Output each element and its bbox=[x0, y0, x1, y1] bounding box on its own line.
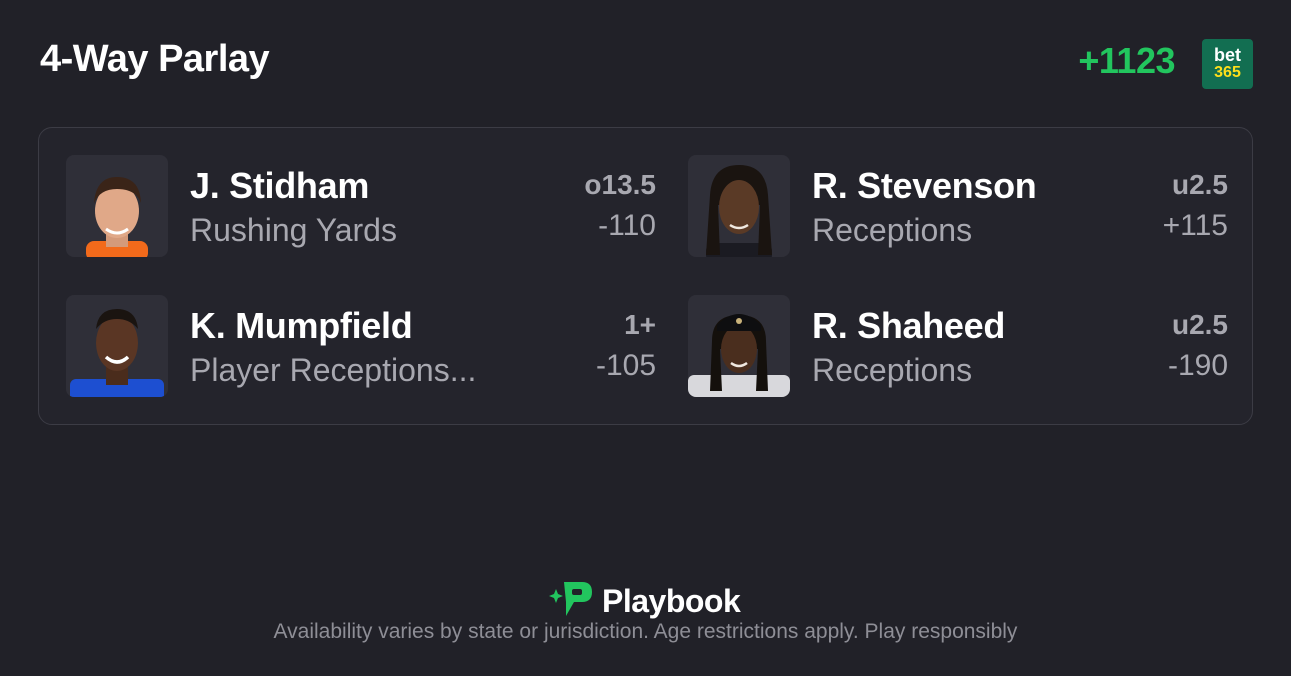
sportsbook-logo[interactable]: bet 365 bbox=[1202, 39, 1253, 89]
bet-line: 1+ bbox=[624, 309, 656, 340]
parlay-card-page: 4-Way Parlay +1123 bet 365 J. Stidham Ru… bbox=[0, 0, 1291, 676]
parlay-leg[interactable]: R. Stevenson Receptions u2.5 +115 bbox=[688, 155, 1228, 257]
parlay-leg[interactable]: K. Mumpfield Player Receptions... 1+ -10… bbox=[66, 295, 656, 397]
sportsbook-logo-line1: bet bbox=[1214, 44, 1241, 65]
player-name: J. Stidham bbox=[190, 165, 370, 206]
player-name: R. Shaheed bbox=[812, 305, 1006, 346]
bet-line: u2.5 bbox=[1171, 309, 1228, 340]
player-headshot bbox=[66, 155, 168, 257]
bet-line: o13.5 bbox=[584, 169, 656, 200]
market-label: Receptions bbox=[812, 352, 973, 388]
player-name: K. Mumpfield bbox=[190, 305, 413, 346]
player-headshot bbox=[688, 155, 790, 257]
player-headshot bbox=[66, 295, 168, 397]
leg-odds: -110 bbox=[598, 209, 656, 242]
parlay-legs-card: J. Stidham Rushing Yards o13.5 -110 R. S… bbox=[38, 127, 1253, 425]
parlay-leg[interactable]: R. Shaheed Receptions u2.5 -190 bbox=[688, 295, 1228, 397]
market-label: Player Receptions... bbox=[190, 352, 477, 388]
market-label: Rushing Yards bbox=[190, 212, 397, 248]
leg-odds: -105 bbox=[595, 349, 656, 382]
disclaimer-text: Availability varies by state or jurisdic… bbox=[273, 620, 1018, 643]
leg-odds: -190 bbox=[1167, 349, 1228, 382]
page-title: 4-Way Parlay bbox=[40, 38, 270, 80]
leg-odds: +115 bbox=[1162, 209, 1228, 242]
market-label: Receptions bbox=[812, 212, 973, 248]
playbook-brand[interactable]: Playbook bbox=[548, 580, 741, 623]
playbook-brand-name: Playbook bbox=[602, 583, 741, 619]
bet-line: u2.5 bbox=[1171, 169, 1228, 200]
total-odds: +1123 bbox=[1078, 40, 1175, 81]
playbook-logo-icon bbox=[548, 580, 594, 623]
player-headshot bbox=[688, 295, 790, 397]
sportsbook-logo-line2: 365 bbox=[1214, 63, 1241, 81]
parlay-leg[interactable]: J. Stidham Rushing Yards o13.5 -110 bbox=[66, 155, 656, 257]
player-name: R. Stevenson bbox=[812, 165, 1037, 206]
